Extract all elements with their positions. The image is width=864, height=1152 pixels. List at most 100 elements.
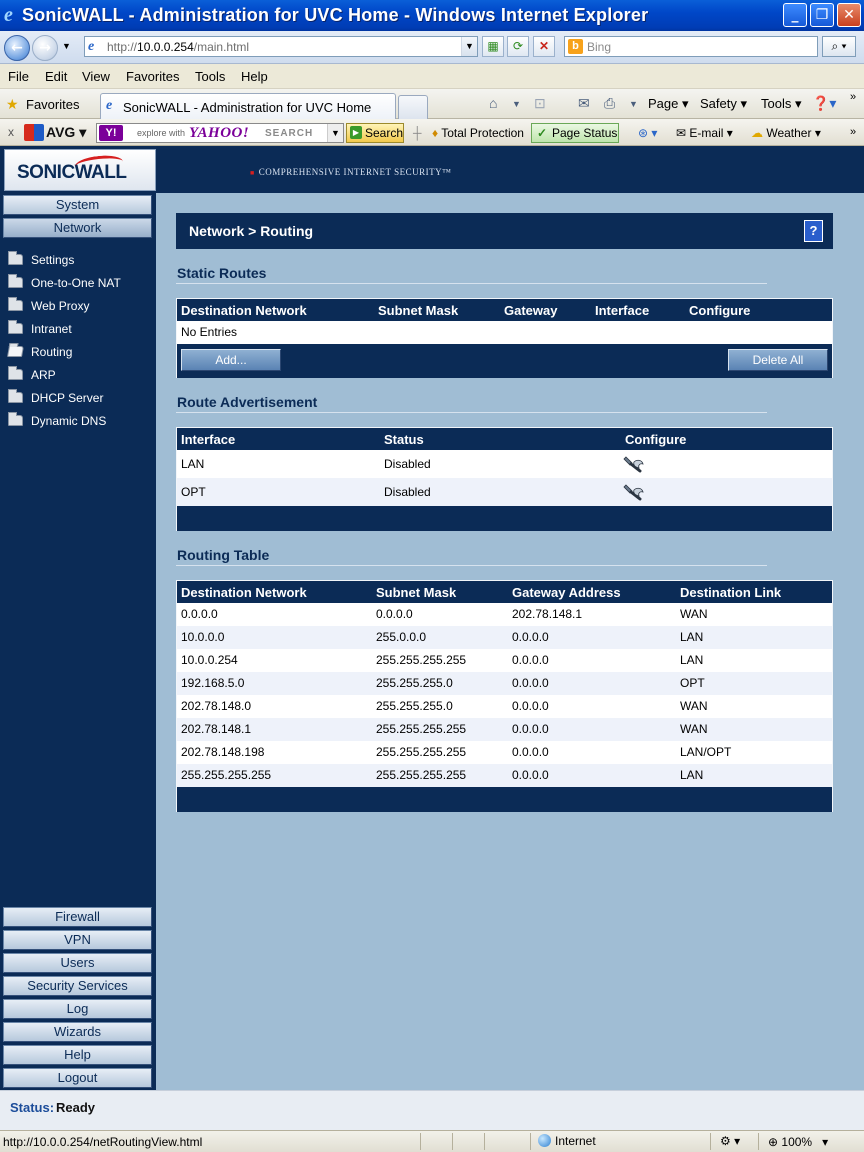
nav-firewall-button[interactable]: Firewall [3, 907, 152, 927]
total-protection-label: Total Protection [441, 126, 524, 140]
refresh-icon[interactable]: ⟳ [507, 36, 529, 57]
table-row: 192.168.5.0 255.255.255.0 0.0.0.0 OPT [177, 672, 832, 695]
safety-menu[interactable]: Safety ▾ [700, 96, 747, 112]
menu-help[interactable]: Help [241, 69, 268, 84]
delete-all-button[interactable]: Delete All [728, 349, 828, 371]
search-input[interactable]: b Bing [564, 36, 818, 57]
tab-sonicwall[interactable]: e SonicWALL - Administration for UVC Hom… [100, 93, 396, 119]
read-mail-icon[interactable]: ✉ [578, 95, 590, 112]
status-value: Ready [56, 1100, 96, 1115]
help-button[interactable]: ? [804, 220, 823, 242]
column-header: Subnet Mask [378, 303, 459, 318]
new-tab-button[interactable] [398, 95, 428, 119]
close-toolbar-icon[interactable]: x [8, 125, 14, 139]
bing-icon: b [568, 39, 583, 54]
add-route-button[interactable]: Add... [181, 349, 281, 371]
favorites-button[interactable]: Favorites [26, 97, 79, 112]
sidebar-item-dynamic-dns[interactable]: Dynamic DNS [8, 412, 152, 431]
avg-label[interactable]: AVG ▾ [46, 124, 86, 141]
configure-opt-icon[interactable] [623, 481, 645, 503]
table-header: Destination Network Subnet Mask Gateway … [177, 299, 832, 321]
maximize-button[interactable]: ❐ [810, 3, 834, 27]
menu-file[interactable]: File [8, 69, 29, 84]
sidebar-item-web-proxy[interactable]: Web Proxy [8, 297, 152, 316]
yahoo-search-button[interactable]: Search [346, 123, 404, 143]
sonicwall-logo: SONICWALL [4, 149, 156, 191]
address-dropdown-icon[interactable]: ▼ [461, 37, 477, 56]
back-button[interactable]: ← [4, 35, 30, 61]
cell: 255.255.255.0 [376, 676, 453, 690]
cell: 10.0.0.0 [181, 630, 225, 644]
cell: WAN [680, 722, 708, 736]
table-row: 10.0.0.0 255.0.0.0 0.0.0.0 LAN [177, 626, 832, 649]
close-window-button[interactable]: ✕ [837, 3, 861, 27]
nav-vpn-button[interactable]: VPN [3, 930, 152, 950]
yahoo-dropdown-icon[interactable]: ▼ [327, 124, 343, 142]
feeds-icon[interactable]: ⊡ [534, 95, 546, 112]
chevron-more-icon-2[interactable]: » [850, 126, 856, 138]
home-icon[interactable]: ⌂ [489, 95, 497, 111]
history-dropdown-icon[interactable]: ▼ [62, 41, 71, 51]
protected-mode-icon[interactable]: ⚙ ▾ [720, 1134, 740, 1148]
forward-button[interactable]: → [32, 35, 58, 61]
folder-icon [8, 251, 23, 265]
help-menu-icon[interactable]: ❓▾ [812, 95, 836, 112]
browser-status-bar: http://10.0.0.254/netRoutingView.html In… [0, 1130, 864, 1152]
table-header: Interface Status Configure [177, 428, 832, 450]
divider [710, 1133, 711, 1150]
tools-menu[interactable]: Tools ▾ [761, 96, 802, 112]
sidebar-item-label: Intranet [31, 322, 72, 336]
configure-lan-icon[interactable] [623, 453, 645, 475]
nav-logout-button[interactable]: Logout [3, 1068, 152, 1088]
menu-favorites[interactable]: Favorites [126, 69, 179, 84]
home-dropdown-icon[interactable]: ▼ [512, 99, 521, 109]
divider [758, 1133, 759, 1150]
menu-tools[interactable]: Tools [195, 69, 225, 84]
print-icon[interactable]: ⎙ [604, 95, 615, 112]
nav-wizards-button[interactable]: Wizards [3, 1022, 152, 1042]
nav-security-services-button[interactable]: Security Services [3, 976, 152, 996]
yahoo-logo: YAHOO! [189, 125, 250, 141]
nav-users-button[interactable]: Users [3, 953, 152, 973]
menu-edit[interactable]: Edit [45, 69, 67, 84]
nav-network-button[interactable]: Network [3, 218, 152, 238]
table-row: No Entries [177, 321, 832, 344]
cell: 0.0.0.0 [376, 607, 413, 621]
page-menu[interactable]: Page ▾ [648, 96, 689, 112]
menu-view[interactable]: View [82, 69, 110, 84]
weather-button[interactable]: ☁ Weather ▾ [751, 126, 821, 140]
address-field[interactable]: e http://10.0.0.254/main.html ▼ [84, 36, 478, 57]
messenger-icon[interactable]: ⊛ ▾ [638, 126, 657, 140]
open-folder-icon [7, 346, 24, 357]
compatibility-view-icon[interactable]: ▦ [482, 36, 504, 57]
sidebar-item-intranet[interactable]: Intranet [8, 320, 152, 339]
nav-system-button[interactable]: System [3, 195, 152, 215]
email-button[interactable]: ✉ E-mail ▾ [676, 126, 733, 140]
yahoo-search-input[interactable]: Y! explore with YAHOO! SEARCH ▼ [96, 123, 344, 143]
zoom-level[interactable]: ⊕ 100% ▾ [768, 1135, 828, 1149]
minimize-button[interactable]: _ [783, 3, 807, 27]
sidebar-item-dhcp-server[interactable]: DHCP Server [8, 389, 152, 408]
static-routes-heading: Static Routes [177, 265, 267, 281]
column-header: Gateway Address [512, 585, 621, 600]
nav-help-button[interactable]: Help [3, 1045, 152, 1065]
nav-log-button[interactable]: Log [3, 999, 152, 1019]
interface-cell: LAN [181, 457, 205, 471]
security-zone[interactable]: Internet [538, 1134, 596, 1148]
total-protection-button[interactable]: ♦ Total Protection [432, 126, 524, 140]
page-status-button[interactable]: Page Status [531, 123, 619, 143]
status-label: Status: [10, 1100, 55, 1115]
sidebar-item-one-to-one-nat[interactable]: One-to-One NAT [8, 274, 152, 293]
sidebar-item-label: One-to-One NAT [31, 276, 121, 290]
chevron-more-icon[interactable]: » [850, 91, 856, 103]
column-header: Gateway [504, 303, 558, 318]
cell: WAN [680, 607, 708, 621]
page-title: Network > Routing [189, 223, 314, 239]
stop-icon[interactable]: ✕ [533, 36, 555, 57]
print-dropdown-icon[interactable]: ▼ [629, 99, 638, 109]
sidebar-item-arp[interactable]: ARP [8, 366, 152, 385]
search-go-button[interactable]: ⌕ ▾ [822, 36, 856, 57]
sidebar-item-routing[interactable]: Routing [7, 344, 152, 362]
table-row: 202.78.148.198 255.255.255.255 0.0.0.0 L… [177, 741, 832, 764]
sidebar-item-settings[interactable]: Settings [8, 251, 152, 270]
